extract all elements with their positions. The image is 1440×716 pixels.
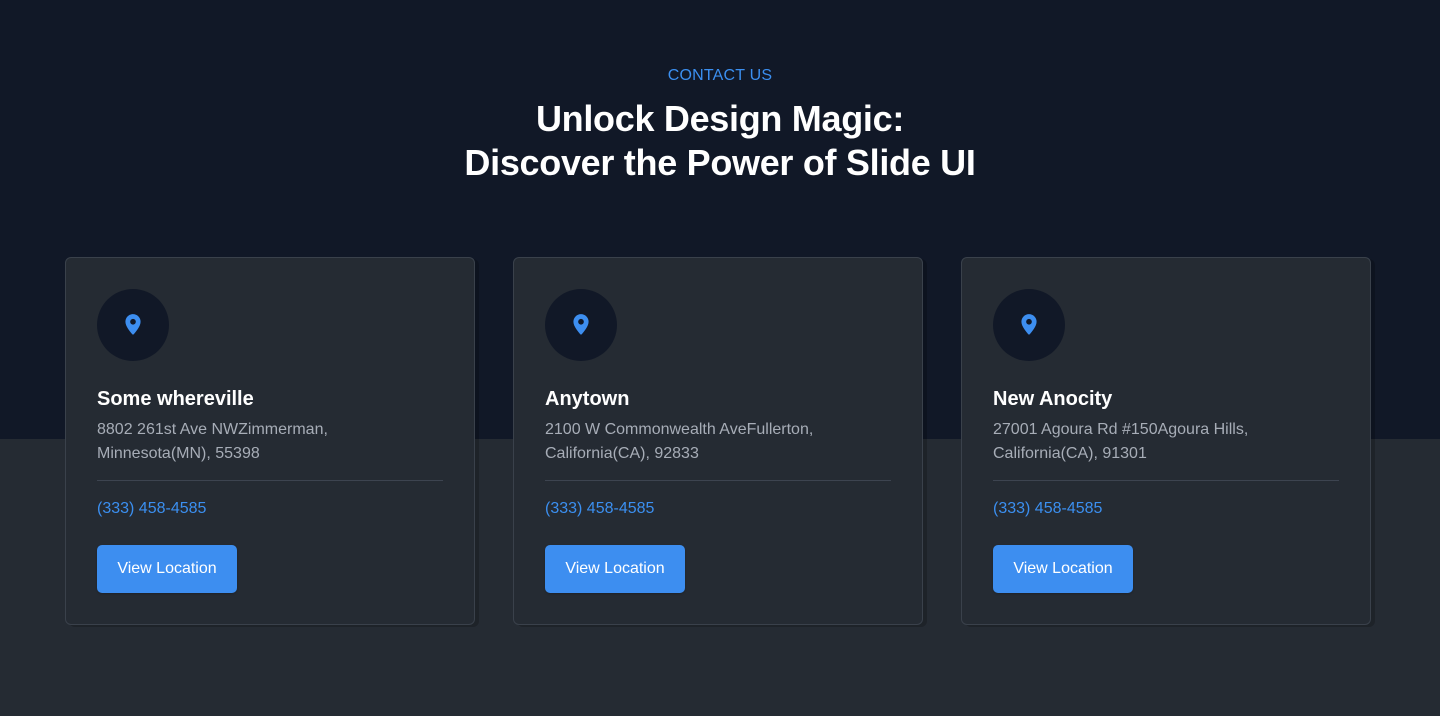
address-line-1: 8802 261st Ave NWZimmerman,	[97, 421, 328, 438]
location-icon-badge	[993, 289, 1065, 361]
location-address: 27001 Agoura Rd #150Agoura Hills, Califo…	[993, 418, 1333, 466]
view-location-button[interactable]: View Location	[545, 545, 685, 593]
location-title: Some whereville	[97, 388, 254, 410]
location-icon-badge	[545, 289, 617, 361]
phone-link[interactable]: (333) 458-4585	[993, 499, 1102, 519]
location-address: 8802 261st Ave NWZimmerman, Minnesota(MN…	[97, 418, 437, 466]
address-line-2: California(CA), 91301	[993, 445, 1147, 462]
headline-line-1: Unlock Design Magic:	[535, 98, 905, 139]
card-divider	[993, 480, 1339, 481]
section-headline: Unlock Design Magic: Discover the Power …	[0, 97, 1440, 185]
address-line-2: California(CA), 92833	[545, 445, 699, 462]
phone-link[interactable]: (333) 458-4585	[545, 499, 654, 519]
location-card: New Anocity 27001 Agoura Rd #150Agoura H…	[961, 257, 1371, 625]
map-pin-icon	[1021, 314, 1037, 335]
address-line-1: 27001 Agoura Rd #150Agoura Hills,	[993, 421, 1249, 438]
card-divider	[97, 480, 443, 481]
location-card: Anytown 2100 W Commonwealth AveFullerton…	[513, 257, 923, 625]
address-line-1: 2100 W Commonwealth AveFullerton,	[545, 421, 814, 438]
card-divider	[545, 480, 891, 481]
location-address: 2100 W Commonwealth AveFullerton, Califo…	[545, 418, 885, 466]
address-line-2: Minnesota(MN), 55398	[97, 445, 260, 462]
section-eyebrow: CONTACT US	[667, 67, 773, 84]
location-title: New Anocity	[993, 388, 1113, 410]
view-location-button[interactable]: View Location	[97, 545, 237, 593]
headline-line-2: Discover the Power of Slide UI	[464, 142, 976, 183]
map-pin-icon	[573, 314, 589, 335]
phone-link[interactable]: (333) 458-4585	[97, 499, 206, 519]
location-title: Anytown	[545, 388, 630, 410]
view-location-button[interactable]: View Location	[993, 545, 1133, 593]
location-card: Some whereville 8802 261st Ave NWZimmerm…	[65, 257, 475, 625]
location-icon-badge	[97, 289, 169, 361]
map-pin-icon	[125, 314, 141, 335]
